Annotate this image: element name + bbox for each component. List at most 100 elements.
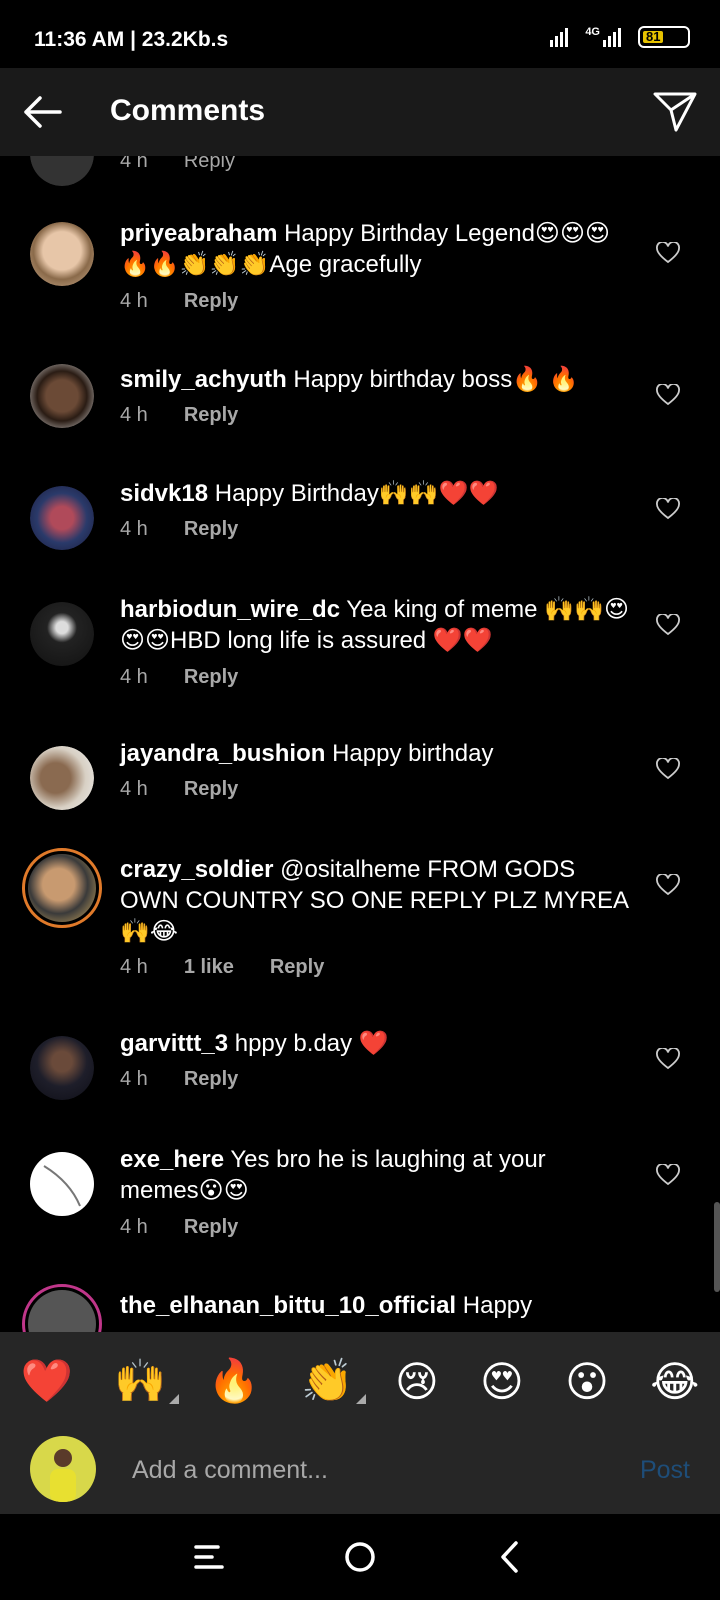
page-title: Comments	[110, 94, 266, 127]
comment-meta: 4 h Reply	[120, 404, 238, 427]
reaction-heart-eyes[interactable]: 😍	[480, 1357, 524, 1406]
avatar[interactable]	[30, 602, 94, 666]
battery-level: 81	[646, 29, 661, 44]
current-user-avatar	[30, 1436, 96, 1502]
status-icons: 4G 81	[549, 26, 690, 48]
comment-meta: 4 h Reply	[120, 666, 238, 689]
comment-body: Happy	[462, 1292, 533, 1319]
comment-text: crazy_soldier @ositalheme FROM GODS OWN …	[120, 854, 630, 947]
reaction-raised-hands-glyph: 🙌	[114, 1356, 167, 1404]
network-label: 4G	[585, 26, 600, 38]
reaction-clap[interactable]: 👏	[301, 1356, 366, 1406]
home-circle-icon[interactable]	[343, 1540, 377, 1574]
status-bar: 11:36 AM | 23.2Kb.s 4G 81	[0, 0, 720, 68]
avatar-story-ring[interactable]	[22, 1284, 102, 1332]
comment-text: the_elhanan_bittu_10_official Happy	[120, 1290, 630, 1321]
like-heart-icon[interactable]	[656, 1164, 680, 1186]
comment-meta: 4 h Reply	[120, 290, 238, 313]
comment-time: 4 h	[120, 1216, 148, 1238]
like-heart-icon[interactable]	[656, 498, 680, 520]
reaction-crying[interactable]: 😢	[395, 1357, 439, 1406]
post-button[interactable]: Post	[640, 1456, 690, 1485]
comment-username[interactable]: priyeabraham	[120, 220, 277, 247]
like-heart-icon[interactable]	[656, 758, 680, 780]
comment-body: Happy birthday boss🔥 🔥	[293, 366, 579, 393]
send-icon[interactable]	[652, 88, 698, 134]
reaction-clap-glyph: 👏	[301, 1356, 354, 1404]
reaction-fire[interactable]: 🔥	[208, 1357, 260, 1406]
system-nav-bar	[0, 1514, 720, 1600]
comment-username[interactable]: crazy_soldier	[120, 856, 273, 883]
avatar[interactable]	[30, 1036, 94, 1100]
comment-text: harbiodun_wire_dc Yea king of meme 🙌🙌😍😍😍…	[120, 594, 630, 656]
recents-menu-icon[interactable]	[192, 1542, 226, 1572]
reply-button[interactable]: Reply	[270, 956, 324, 979]
avatar[interactable]	[30, 364, 94, 428]
comment-username[interactable]: garvittt_3	[120, 1030, 228, 1057]
signal-icon	[550, 28, 569, 47]
scrollbar[interactable]	[714, 1202, 720, 1292]
reply-button[interactable]: Reply	[184, 404, 238, 427]
comment-time: 4 h	[120, 1068, 148, 1090]
comment-time: 4 h	[120, 956, 148, 978]
battery-icon: 81	[638, 26, 690, 48]
comment-input[interactable]: Add a comment...	[132, 1456, 328, 1485]
avatar-story-ring[interactable]	[22, 848, 102, 928]
comment-composer: Add a comment... Post	[0, 1430, 720, 1514]
comment-text: sidvk18 Happy Birthday🙌🙌❤️❤️	[120, 478, 630, 509]
comment-time: 4 h	[120, 778, 148, 800]
comment-body: Happy birthday	[332, 740, 494, 767]
avatar[interactable]	[30, 486, 94, 550]
comment-meta: 4 h Reply	[120, 1216, 238, 1239]
back-arrow-icon[interactable]	[20, 90, 66, 134]
comment-username[interactable]: the_elhanan_bittu_10_official	[120, 1292, 456, 1319]
reply-button[interactable]: Reply	[184, 290, 238, 313]
reaction-surprised[interactable]: 😮	[565, 1357, 609, 1406]
app-header: Comments	[0, 68, 720, 156]
like-heart-icon[interactable]	[656, 242, 680, 264]
comment-username[interactable]: harbiodun_wire_dc	[120, 596, 340, 623]
comment-username[interactable]: sidvk18	[120, 480, 208, 507]
default-avatar-icon	[43, 1165, 81, 1207]
comment-username[interactable]: exe_here	[120, 1146, 224, 1173]
comment-username[interactable]: jayandra_bushion	[120, 740, 325, 767]
reply-button[interactable]: Reply	[184, 1068, 238, 1091]
avatar[interactable]	[30, 156, 94, 186]
comment-text: priyeabraham Happy Birthday Legend😍😍😍🔥🔥👏…	[120, 218, 630, 280]
back-chevron-icon[interactable]	[498, 1540, 520, 1574]
signal-icon-2	[603, 28, 621, 47]
comment-username[interactable]: smily_achyuth	[120, 366, 287, 393]
comment-body: hppy b.day ❤️	[234, 1030, 389, 1057]
reaction-heart[interactable]: ❤️	[21, 1357, 73, 1406]
reaction-raised-hands[interactable]: 🙌	[114, 1356, 179, 1406]
like-heart-icon[interactable]	[656, 384, 680, 406]
reply-button[interactable]: Reply	[184, 156, 235, 173]
comment-text: smily_achyuth Happy birthday boss🔥 🔥	[120, 364, 630, 395]
reply-button[interactable]: Reply	[184, 666, 238, 689]
like-heart-icon[interactable]	[656, 874, 680, 896]
user-photo-icon	[50, 1449, 76, 1502]
comment-time: 4 h	[120, 666, 148, 688]
comment-time: 4 h	[120, 518, 148, 540]
reply-button[interactable]: Reply	[184, 778, 238, 801]
avatar[interactable]	[30, 222, 94, 286]
comment-meta: 4 h 1 like Reply	[120, 956, 324, 979]
reply-button[interactable]: Reply	[184, 1216, 238, 1239]
reaction-laughing[interactable]: 😂	[650, 1357, 699, 1406]
comment-meta: 4 h Reply	[120, 778, 238, 801]
status-time: 11:36 AM | 23.2Kb.s	[34, 28, 229, 51]
like-count[interactable]: 1 like	[184, 956, 234, 979]
avatar[interactable]	[30, 1152, 94, 1216]
comments-list[interactable]: 4 h Reply priyeabraham Happy Birthday Le…	[0, 156, 720, 1332]
comment-meta: 4 h Reply	[120, 156, 235, 173]
avatar[interactable]	[30, 746, 94, 810]
comment-time: 4 h	[120, 156, 148, 172]
comment-meta: 4 h Reply	[120, 518, 238, 541]
comment-meta: 4 h Reply	[120, 1068, 238, 1091]
quick-reaction-bar: ❤️ 🙌 🔥 👏 😢 😍 😮 😂	[0, 1332, 720, 1430]
comment-body: Happy Birthday🙌🙌❤️❤️	[214, 480, 499, 507]
like-heart-icon[interactable]	[656, 614, 680, 636]
comment-text: jayandra_bushion Happy birthday	[120, 738, 630, 769]
like-heart-icon[interactable]	[656, 1048, 680, 1070]
reply-button[interactable]: Reply	[184, 518, 238, 541]
